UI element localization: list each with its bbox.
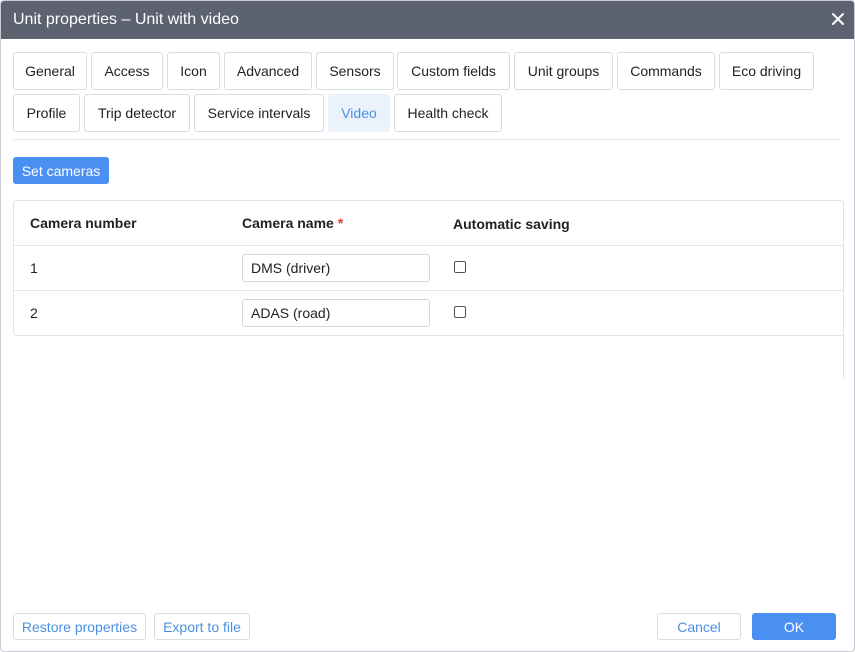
table-scroll-edge — [840, 244, 844, 379]
unit-properties-dialog: Unit properties – Unit with video Genera… — [0, 0, 855, 652]
tab-video[interactable]: Video — [328, 94, 390, 132]
cameras-table: Camera number Camera name * Automatic sa… — [13, 200, 844, 336]
tab-profile[interactable]: Profile — [13, 94, 80, 132]
tab-advanced[interactable]: Advanced — [224, 52, 312, 90]
ok-button[interactable]: OK — [752, 613, 836, 640]
tab-access[interactable]: Access — [91, 52, 163, 90]
tab-health-check[interactable]: Health check — [394, 94, 502, 132]
automatic-saving-checkbox[interactable] — [454, 306, 466, 318]
title-bar: Unit properties – Unit with video — [1, 1, 854, 39]
camera-name-input[interactable] — [242, 254, 430, 282]
close-icon[interactable] — [830, 11, 846, 27]
column-automatic-saving: Automatic saving — [453, 216, 570, 232]
table-row: 1 — [14, 246, 843, 291]
tab-icon[interactable]: Icon — [167, 52, 220, 90]
required-mark: * — [337, 215, 344, 231]
table-row: 2 — [14, 291, 843, 336]
tab-service-intervals[interactable]: Service intervals — [194, 94, 324, 132]
column-camera-name-label: Camera name — [242, 215, 334, 231]
column-camera-number: Camera number — [30, 215, 137, 231]
set-cameras-button[interactable]: Set cameras — [13, 157, 109, 184]
camera-number-cell: 2 — [30, 305, 38, 321]
restore-properties-button[interactable]: Restore properties — [13, 613, 146, 640]
export-to-file-button[interactable]: Export to file — [154, 613, 250, 640]
automatic-saving-checkbox[interactable] — [454, 261, 466, 273]
tab-sensors[interactable]: Sensors — [316, 52, 394, 90]
tab-custom-fields[interactable]: Custom fields — [397, 52, 510, 90]
column-camera-name: Camera name * — [242, 215, 343, 231]
tabs-divider — [13, 139, 840, 140]
tab-eco-driving[interactable]: Eco driving — [719, 52, 814, 90]
table-header: Camera number Camera name * Automatic sa… — [14, 201, 843, 246]
camera-number-cell: 1 — [30, 260, 38, 276]
dialog-title: Unit properties – Unit with video — [13, 11, 239, 28]
tab-unit-groups[interactable]: Unit groups — [514, 52, 613, 90]
camera-name-input[interactable] — [242, 299, 430, 327]
tab-general[interactable]: General — [13, 52, 87, 90]
tab-commands[interactable]: Commands — [617, 52, 715, 90]
cancel-button[interactable]: Cancel — [657, 613, 741, 640]
tab-trip-detector[interactable]: Trip detector — [84, 94, 190, 132]
